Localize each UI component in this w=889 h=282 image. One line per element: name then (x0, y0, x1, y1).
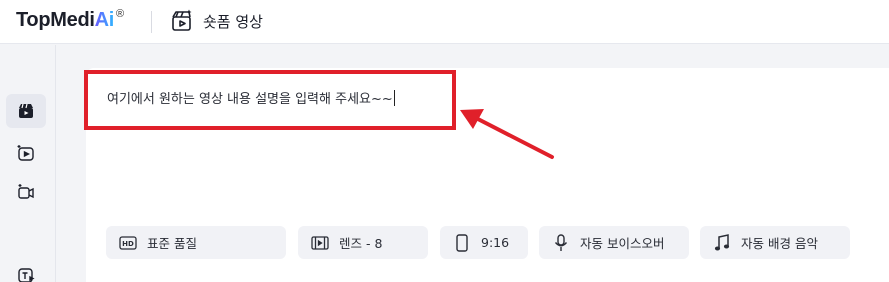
quality-label: 표준 품질 (147, 236, 197, 251)
registered-mark: ® (116, 8, 124, 20)
sidebar-item-image-to-video[interactable] (6, 136, 46, 170)
page-title: 숏폼 영상 (203, 13, 263, 31)
lens-label: 렌즈 - 8 (339, 236, 383, 251)
lens-option-button[interactable]: 렌즈 - 8 (298, 226, 428, 259)
clapper-sparkle-icon (172, 9, 192, 31)
header-divider (151, 11, 152, 33)
aspect-ratio-label: 9:16 (481, 235, 510, 250)
film-icon (310, 233, 330, 253)
clapper-icon (19, 103, 33, 118)
sidebar-item-video-add[interactable] (6, 175, 46, 209)
video-add-icon (18, 184, 34, 199)
text-to-video-icon (18, 268, 35, 282)
voiceover-label: 자동 보이스오버 (580, 236, 665, 251)
annotation-arrow-icon (460, 109, 554, 159)
image-to-video-icon (17, 145, 34, 161)
highlight-annotation-box (84, 70, 456, 130)
top-header: TopMedi Ai ® 숏폼 영상 (0, 0, 889, 44)
aspect-ratio-option-button[interactable]: 9:16 (440, 226, 528, 259)
hd-icon: HD (118, 233, 138, 253)
voiceover-option-button[interactable]: 자동 보이스오버 (539, 226, 689, 259)
sidebar (0, 45, 56, 282)
logo-text: TopMedi (16, 9, 95, 31)
topmediai-logo[interactable]: TopMedi Ai ® (16, 8, 124, 32)
background-music-label: 자동 배경 음악 (741, 236, 818, 251)
microphone-icon (551, 233, 571, 253)
quality-option-button[interactable]: HD 표준 품질 (106, 226, 286, 259)
phone-ratio-icon (452, 233, 472, 253)
sidebar-item-text-to-video[interactable] (6, 258, 46, 282)
logo-ai-text: Ai (94, 9, 115, 31)
svg-text:HD: HD (122, 240, 134, 248)
music-note-icon (712, 233, 732, 253)
sidebar-item-short-video[interactable] (6, 94, 46, 128)
background-music-option-button[interactable]: 자동 배경 음악 (700, 226, 850, 259)
